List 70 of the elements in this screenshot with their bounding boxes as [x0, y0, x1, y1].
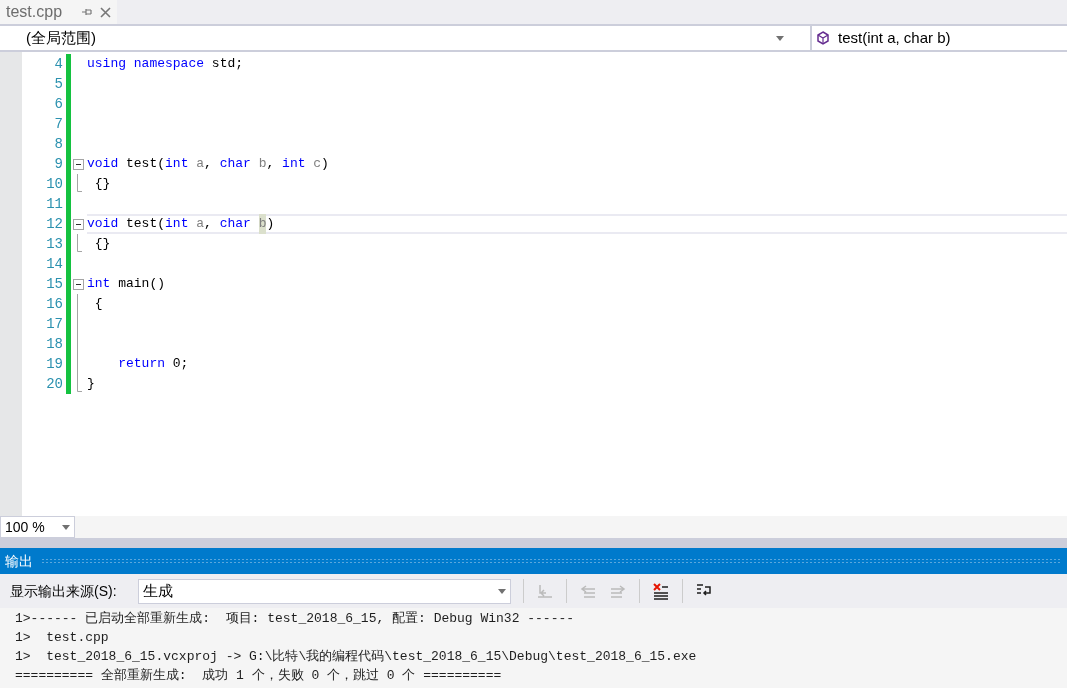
fold-end-line [77, 234, 82, 252]
collapse-icon[interactable] [73, 278, 84, 290]
line-number: 4 [53, 55, 63, 74]
output-line: 1> test_2018_6_15.vcxproj -> G:\比特\我的编程代码\test_2018_6_15\Debug\test_2018_6_15.exe [15, 648, 698, 666]
cube-icon [816, 31, 830, 45]
editor-tab[interactable]: test.cpp [0, 0, 118, 24]
code-text: a [195, 155, 205, 174]
clear-all-icon[interactable] [652, 582, 670, 600]
code-text: {} [93, 175, 111, 194]
code-keyword: void [87, 155, 119, 174]
code-text: , [266, 155, 276, 174]
code-keyword: char [219, 155, 251, 174]
code-text: , [204, 215, 213, 234]
code-text: a [195, 215, 205, 234]
code-text: { [93, 295, 103, 314]
caret-icon [62, 524, 70, 530]
panel-title: 输出 [5, 551, 33, 571]
code-text: c [312, 155, 322, 174]
code-text: {} [93, 235, 111, 254]
fold-end-line [77, 174, 82, 192]
line-number: 5 [53, 75, 63, 94]
line-number: 11 [45, 195, 63, 214]
code-keyword: char [219, 215, 251, 234]
line-number: 9 [53, 155, 63, 174]
line-number: 13 [45, 235, 63, 254]
line-number: 18 [45, 335, 63, 354]
line-number: 19 [45, 355, 63, 374]
code-keyword: return [117, 355, 165, 374]
zoom-dropdown[interactable]: 100 % [0, 516, 75, 538]
caret-icon [498, 588, 506, 594]
code-text: test( [125, 215, 166, 234]
code-keyword: using namespace [87, 55, 205, 74]
line-number: 7 [53, 115, 63, 134]
code-text: main() [117, 275, 165, 294]
source-dropdown[interactable]: 生成 [138, 578, 511, 604]
code-text: b [258, 214, 267, 234]
line-number: 15 [45, 275, 63, 294]
close-icon[interactable] [100, 6, 112, 18]
caret-icon [776, 35, 784, 41]
source-label: 显示输出来源(S): [10, 581, 118, 601]
line-number: 8 [53, 135, 63, 154]
line-number: 12 [45, 215, 63, 234]
output-line: ========== 全部重新生成: 成功 1 个，失败 0 个，跳过 0 个 ========== [15, 667, 503, 685]
collapse-icon[interactable] [73, 158, 84, 170]
code-text: std; [210, 55, 244, 74]
member-dropdown[interactable]: test(int a, char b) [812, 26, 1067, 50]
scope-dropdown[interactable]: (全局范围) [0, 26, 812, 50]
line-number: 20 [45, 375, 63, 394]
code-text: b [257, 155, 267, 174]
line-number: 6 [53, 95, 63, 114]
code-text: , [204, 155, 213, 174]
pin-icon[interactable] [82, 7, 93, 17]
code-keyword: int [282, 155, 306, 174]
code-keyword: int [165, 155, 189, 174]
output-line: 1> test.cpp [15, 629, 110, 647]
fold-end-line [77, 374, 82, 392]
line-number: 14 [45, 255, 63, 274]
line-number: 16 [45, 295, 63, 314]
code-text: test( [125, 155, 166, 174]
line-number: 17 [45, 315, 63, 334]
code-text: ) [266, 215, 275, 234]
code-keyword: int [87, 275, 111, 294]
collapse-icon[interactable] [73, 218, 84, 230]
code-keyword: void [87, 215, 119, 234]
output-line: 1>------ 已启动全部重新生成: 项目: test_2018_6_15, 配置: Debug Win32 ------ [15, 610, 576, 628]
code-text: } [87, 375, 95, 394]
code-text: 0; [171, 355, 189, 374]
code-text: ) [321, 155, 329, 174]
code-keyword: int [165, 215, 189, 234]
line-number: 10 [45, 175, 63, 194]
